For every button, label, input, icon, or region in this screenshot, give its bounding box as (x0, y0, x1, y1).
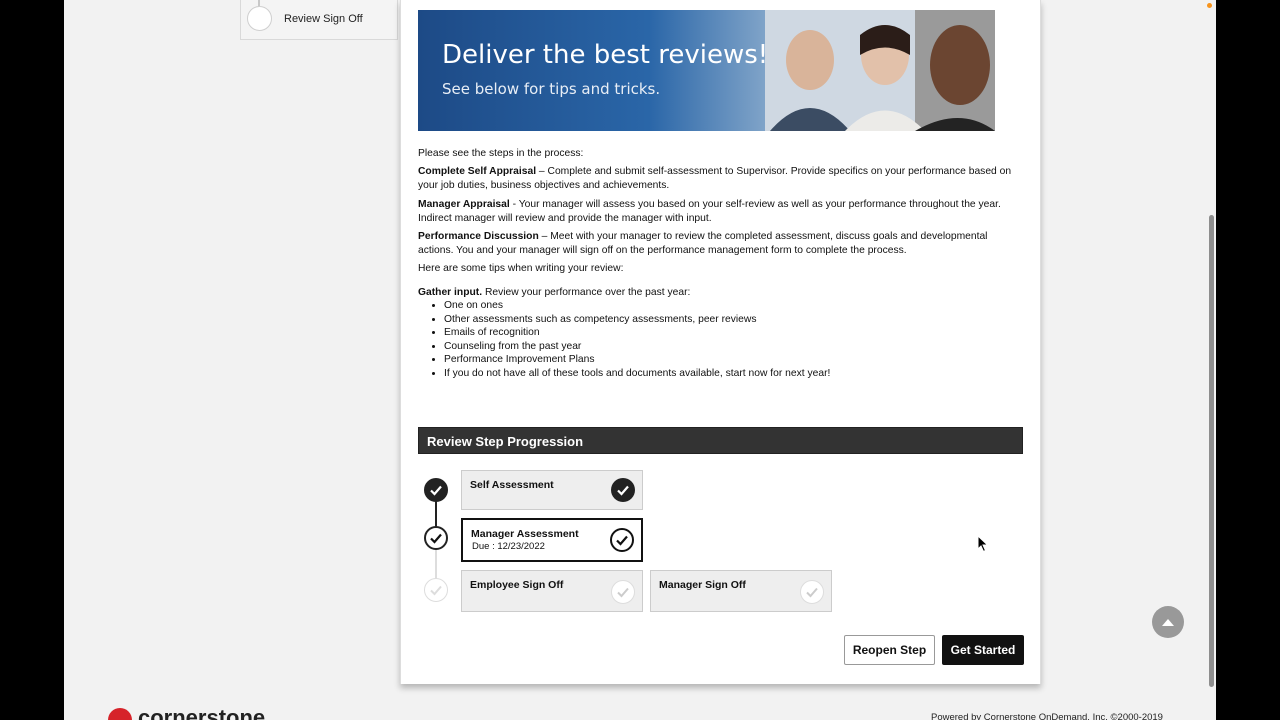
step-separator: – (536, 166, 548, 177)
tips-list: One on ones Other assessments such as co… (444, 299, 1004, 381)
gather-title: Gather input. (418, 287, 483, 298)
step-card-manager-sign-off[interactable]: Manager Sign Off (650, 570, 832, 612)
scrollbar-thumb[interactable] (1209, 215, 1214, 687)
step-card-title: Employee Sign Off (470, 579, 564, 591)
step-separator: – (538, 231, 551, 242)
step-pending-check-icon (424, 578, 448, 602)
step-name: Manager Appraisal (418, 199, 510, 210)
list-item: Performance Improvement Plans (444, 353, 1004, 367)
vertical-scrollbar[interactable] (1207, 0, 1216, 720)
tips-banner: Deliver the best reviews! See below for … (418, 10, 995, 131)
step-name: Performance Discussion (418, 231, 539, 242)
gather-text: Review your performance over the past ye… (482, 287, 691, 298)
step-card-manager-assessment[interactable]: Manager Assessment Due : 12/23/2022 (461, 518, 643, 562)
section-title: Review Step Progression (427, 434, 584, 449)
progress-connector-pending (435, 550, 437, 580)
notification-dot-icon (1207, 3, 1212, 8)
sidebar-step-review-sign-off[interactable]: Review Sign Off (240, 0, 398, 40)
step-card-title: Self Assessment (470, 479, 554, 491)
chevron-up-icon (1162, 619, 1174, 626)
banner-headline: Deliver the best reviews! (442, 40, 769, 70)
review-step-progression-header: Review Step Progression (418, 427, 1023, 454)
step-description-self-appraisal: Complete Self Appraisal – Complete and s… (418, 165, 1023, 192)
step-status-circle-icon (247, 6, 272, 31)
step-name: Complete Self Appraisal (418, 166, 537, 177)
business-people-photo-icon (765, 10, 995, 131)
check-circle-icon (611, 580, 635, 604)
step-card-self-assessment[interactable]: Self Assessment (461, 470, 643, 510)
list-item: If you do not have all of these tools an… (444, 367, 1004, 381)
main-content-panel: Deliver the best reviews! See below for … (400, 0, 1041, 684)
banner-subline: See below for tips and tricks. (442, 80, 661, 98)
gather-input-heading: Gather input. Review your performance ov… (418, 286, 1023, 300)
step-description-manager-appraisal: Manager Appraisal - Your manager will as… (418, 198, 1023, 225)
cornerstone-logo-mark-icon (108, 708, 132, 720)
step-completed-check-icon (424, 478, 448, 502)
intro-lead: Please see the steps in the process: (418, 148, 584, 159)
step-due-date: Due : 12/23/2022 (472, 541, 545, 552)
step-current-check-icon (424, 526, 448, 550)
get-started-button[interactable]: Get Started (942, 635, 1024, 665)
check-circle-icon (611, 478, 635, 502)
reopen-step-button[interactable]: Reopen Step (844, 635, 935, 665)
list-item: One on ones (444, 299, 1004, 313)
scroll-to-top-button[interactable] (1152, 606, 1184, 638)
check-circle-icon (800, 580, 824, 604)
step-separator: - (509, 199, 519, 210)
list-item: Other assessments such as competency ass… (444, 313, 1004, 327)
step-card-title: Manager Sign Off (659, 579, 746, 591)
logo-wordmark: cornerstone (138, 708, 265, 720)
mouse-cursor-icon (977, 535, 989, 553)
list-item: Emails of recognition (444, 326, 1004, 340)
list-item: Counseling from the past year (444, 340, 1004, 354)
step-card-employee-sign-off[interactable]: Employee Sign Off (461, 570, 643, 612)
sidebar-step-label: Review Sign Off (284, 13, 363, 25)
powered-by-footer: Powered by Cornerstone OnDemand, Inc. ©2… (931, 712, 1163, 720)
step-card-title: Manager Assessment (471, 528, 579, 540)
cornerstone-logo: cornerstone (108, 708, 265, 720)
check-circle-icon (610, 528, 634, 552)
step-description-performance-discussion: Performance Discussion – Meet with your … (418, 230, 1023, 257)
tips-lead: Here are some tips when writing your rev… (418, 263, 624, 274)
